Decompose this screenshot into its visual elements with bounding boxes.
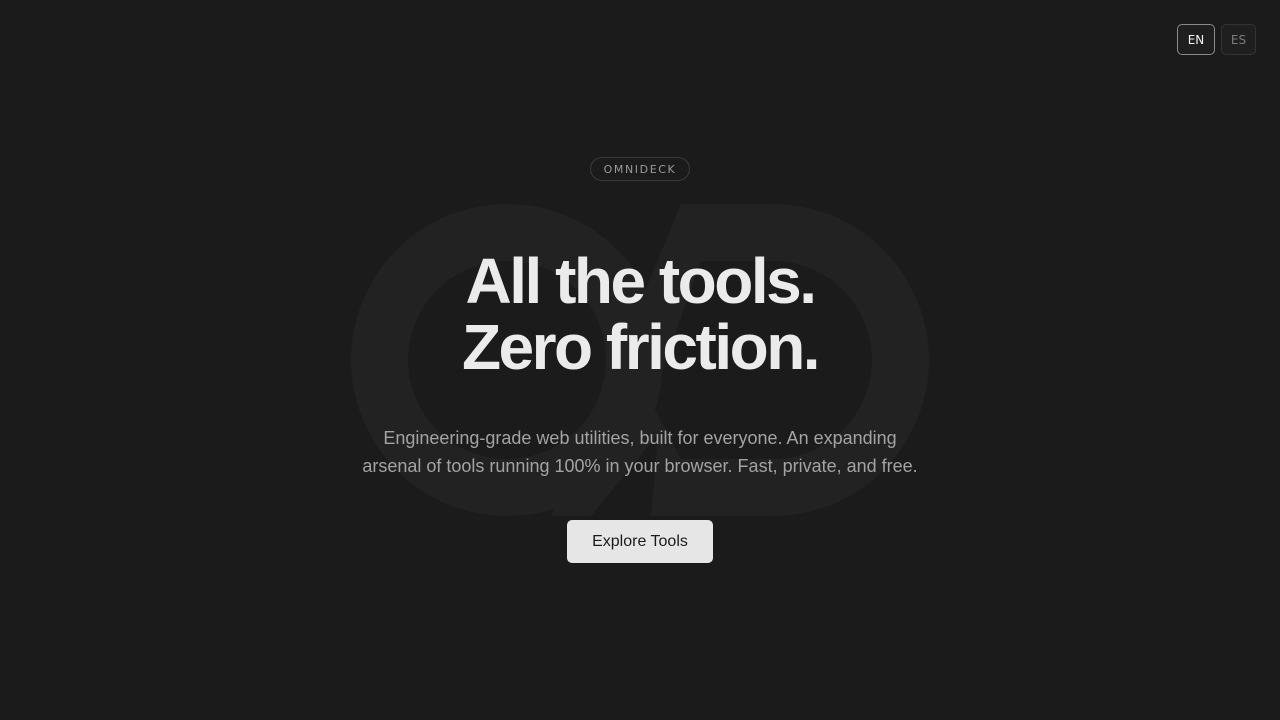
hero-section: OMNIDECK All the tools. Zero friction. E… — [0, 0, 1280, 720]
hero-headline: All the tools. Zero friction. — [0, 248, 1280, 380]
headline-line-2: Zero friction. — [461, 311, 821, 383]
headline-line-1: All the tools. — [465, 245, 818, 317]
explore-tools-button[interactable]: Explore Tools — [567, 520, 713, 563]
landing-page: EN ES OMNIDECK All the tools. Zero frict… — [0, 0, 1280, 720]
subtitle-line-2: arsenal of tools running 100% in your br… — [362, 456, 918, 476]
hero-subtitle: Engineering-grade web utilities, built f… — [340, 424, 940, 480]
subtitle-line-1: Engineering-grade web utilities, built f… — [383, 428, 897, 448]
brand-pill: OMNIDECK — [590, 157, 690, 181]
